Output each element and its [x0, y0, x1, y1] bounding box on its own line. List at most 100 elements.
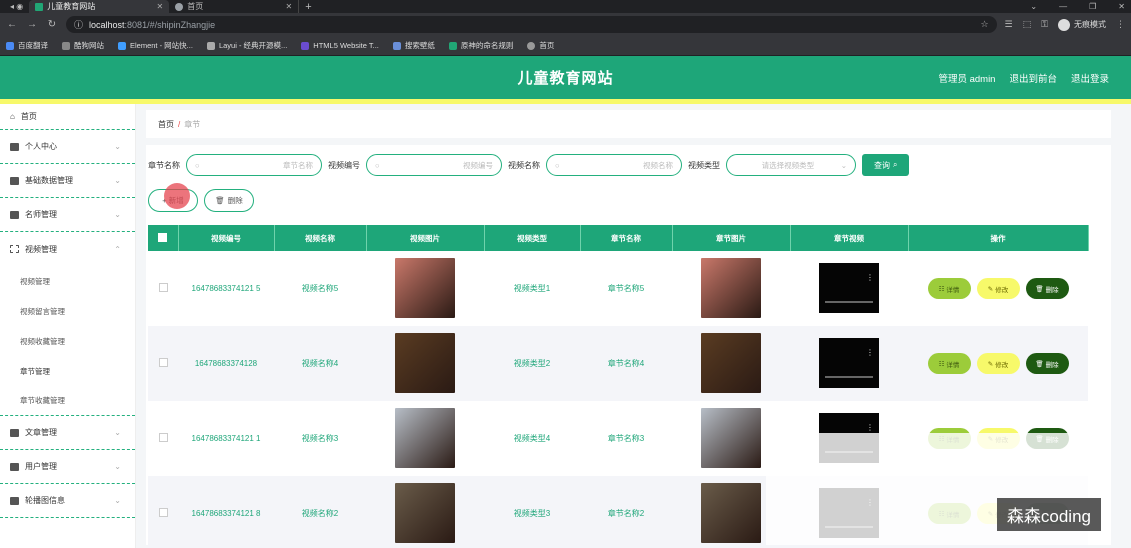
video-type-select[interactable]: 请选择视频类型 ⌄ — [726, 154, 856, 176]
row-select-cell[interactable] — [148, 476, 178, 548]
back-to-frontend-link[interactable]: 退出到前台 — [1009, 71, 1057, 85]
search-button[interactable]: 查询 ⌕ — [862, 154, 910, 176]
row-checkbox[interactable] — [158, 283, 168, 292]
extension-icon[interactable]: ⬚ — [1023, 19, 1032, 30]
toolbar-icons: ☰ ⬚ ⚿ 无痕模式 ⋮ — [1005, 18, 1125, 31]
column-header: 视频图片 — [366, 225, 485, 251]
video-progress-bar[interactable] — [825, 375, 873, 378]
info-icon[interactable]: ⓘ — [74, 18, 83, 31]
bookmark-item[interactable]: 原神的命名规则 — [448, 40, 513, 51]
sidebar-item-teachers[interactable]: 名师管理 ⌄ — [0, 198, 135, 232]
incognito-badge[interactable]: 无痕模式 — [1058, 18, 1106, 31]
sidebar-item-articles[interactable]: 文章管理 ⌄ — [0, 416, 135, 450]
row-select-cell[interactable] — [148, 251, 178, 326]
sidebar-item-label: 文章管理 — [25, 428, 57, 437]
chapter-thumbnail-image — [701, 257, 761, 318]
chapter-thumbnail-image — [701, 332, 761, 393]
logout-link[interactable]: 退出登录 — [1071, 71, 1109, 85]
row-select-cell[interactable] — [148, 401, 178, 476]
list-icon[interactable]: ☰ — [1005, 19, 1013, 30]
bookmark-item[interactable]: Layui - 经典开源模... — [206, 40, 287, 51]
operations-cell: ☷详情 ✎修改 🗑删除 — [908, 326, 1088, 401]
edit-button[interactable]: ✎修改 — [976, 353, 1020, 374]
select-all-checkbox[interactable] — [158, 232, 168, 242]
sidebar-item-basic-data[interactable]: 基础数据管理 ⌄ — [0, 164, 135, 198]
key-icon[interactable]: ⚿ — [1041, 19, 1048, 30]
delete-label: 删除 — [1045, 286, 1059, 294]
sidebar-item-personal[interactable]: 个人中心 ⌄ — [0, 130, 135, 164]
bookmark-icon — [392, 41, 401, 50]
table-row: 16478683374121 5 视频名称5 视频类型1 章节名称5 ⋮ ☷ 详情… — [148, 251, 1088, 326]
incognito-label: 无痕模式 — [1074, 20, 1106, 29]
delete-row-button[interactable]: 🗑删除 — [1025, 353, 1069, 374]
edit-icon: ✎ — [987, 285, 994, 293]
video-player[interactable]: ⋮ — [819, 337, 879, 388]
chapter-thumbnail-image — [701, 482, 761, 543]
back-icon[interactable]: ← — [6, 19, 18, 30]
more-icon[interactable]: ⋮ — [866, 348, 874, 357]
url-path: :8081/#/shipinZhangjie — [124, 19, 216, 30]
sidebar-item-label: 轮播图信息 — [25, 496, 65, 505]
minimize-button[interactable]: — — [1059, 2, 1067, 11]
row-checkbox[interactable] — [158, 358, 168, 367]
action-bar: + 新增 🗑删除 — [148, 189, 1109, 213]
close-window-button[interactable]: ✕ — [1118, 2, 1125, 11]
video-type-cell: 视频类型3 — [513, 509, 551, 518]
sidebar-item-home[interactable]: ⌂ 首页 — [0, 104, 135, 130]
new-tab-button[interactable]: + — [299, 1, 317, 13]
more-icon[interactable]: ⋮ — [866, 423, 874, 432]
url-field[interactable]: ⓘ localhost:8081/#/shipinZhangjie ☆ — [66, 16, 997, 33]
bookmark-label: 百度翻译 — [18, 41, 48, 50]
chevron-down-icon: ⌄ — [114, 496, 121, 505]
detail-button[interactable]: ☷详情 — [927, 278, 971, 299]
video-progress-bar[interactable] — [825, 300, 873, 303]
detail-button[interactable]: ☷详情 — [927, 353, 971, 374]
browser-tab-active[interactable]: 儿童教育网站 ✕ — [29, 0, 170, 13]
sidebar-subitem-video-comments[interactable]: 视频留言管理 — [0, 296, 135, 326]
browser-tab[interactable]: 首页 ✕ — [169, 0, 300, 13]
bookmark-item[interactable]: Element - 网站快... — [118, 40, 193, 51]
search-button-label: 查询 — [874, 160, 890, 170]
video-player[interactable]: ⋮ — [819, 262, 879, 313]
sidebar-subitem-video-favorites[interactable]: 视频收藏管理 — [0, 326, 135, 356]
video-name-input[interactable]: ○ 视频名称 — [546, 154, 682, 176]
reload-icon[interactable]: ↻ — [46, 19, 58, 30]
bookmark-item[interactable]: 酷狗网站 — [62, 40, 104, 51]
row-checkbox[interactable] — [158, 433, 168, 442]
video-code-input[interactable]: ○ 视频编号 — [366, 154, 502, 176]
breadcrumb-home[interactable]: 首页 — [158, 119, 174, 130]
sidebar-subitem-video-manage[interactable]: 视频管理 — [0, 266, 135, 296]
edit-label: 修改 — [995, 361, 1009, 369]
bookmark-item[interactable]: HTML5 Website T... — [301, 41, 379, 50]
tab-search-icon[interactable]: ⌄ — [1030, 2, 1037, 11]
delete-button[interactable]: 🗑 删除 — [204, 189, 254, 212]
video-thumbnail-image — [395, 482, 455, 543]
maximize-button[interactable]: ❐ — [1089, 2, 1096, 11]
close-icon[interactable]: ✕ — [286, 2, 293, 11]
chapter-name-input[interactable]: ○ 章节名称 — [186, 154, 322, 176]
row-checkbox[interactable] — [158, 508, 168, 517]
sidebar-subitem-chapters[interactable]: 章节管理 — [0, 356, 135, 386]
tab-nav-arrows[interactable]: ◂ ◉ — [4, 0, 29, 13]
more-icon[interactable]: ⋮ — [866, 273, 874, 282]
bookmark-item[interactable]: 百度翻译 — [6, 40, 48, 51]
breadcrumb: 首页 / 章节 — [146, 110, 1111, 138]
sidebar-item-videos[interactable]: 视频管理 ⌃ — [0, 232, 135, 266]
bookmark-item[interactable]: 搜索壁纸 — [392, 40, 435, 51]
bookmark-icon — [448, 41, 457, 50]
close-icon[interactable]: ✕ — [157, 2, 164, 11]
sidebar-item-users[interactable]: 用户管理 ⌄ — [0, 450, 135, 484]
forward-icon[interactable]: → — [26, 19, 38, 30]
bookmark-item[interactable]: 首页 — [527, 40, 554, 51]
click-indicator — [164, 183, 190, 209]
menu-icon[interactable]: ⋮ — [1116, 19, 1125, 30]
sidebar-subitem-chapter-favorites[interactable]: 章节收藏管理 — [0, 386, 135, 416]
row-select-cell[interactable] — [148, 326, 178, 401]
delete-row-button[interactable]: 🗑删除 — [1025, 278, 1069, 299]
edit-button[interactable]: ✎修改 — [976, 278, 1020, 299]
sidebar-item-carousel[interactable]: 轮播图信息 ⌄ — [0, 484, 135, 518]
select-all-cell[interactable] — [148, 225, 179, 251]
user-icon — [10, 142, 19, 151]
bookmark-star-icon[interactable]: ☆ — [980, 19, 988, 30]
video-thumbnail-image — [395, 332, 455, 393]
